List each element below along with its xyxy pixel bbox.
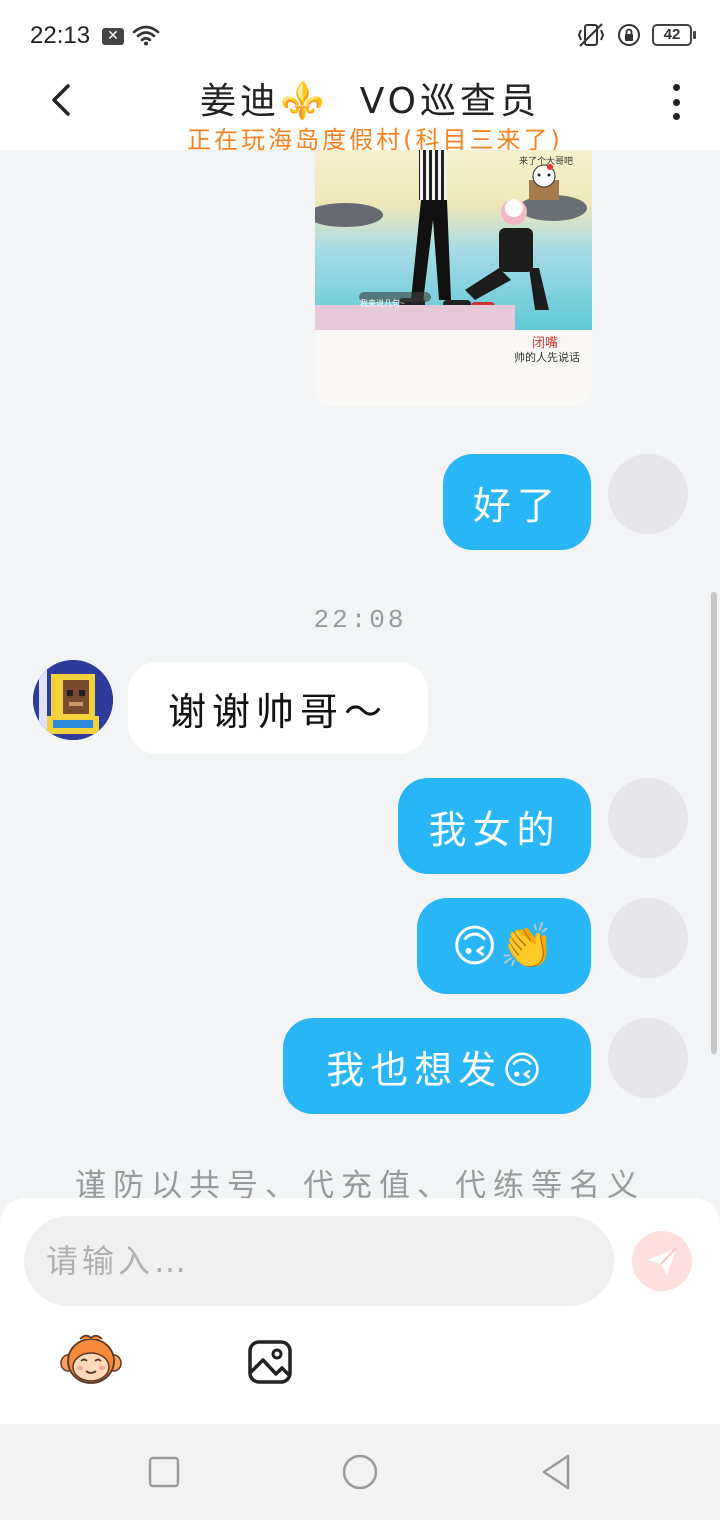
- chat-title: 姜迪⚜️ VO巡查员: [150, 72, 590, 124]
- notification-icon: ✕: [102, 28, 124, 45]
- meme-image: 来了个大哥吧 我来说几句~: [315, 150, 592, 330]
- system-nav-bar: [0, 1424, 720, 1520]
- image-icon: [248, 1340, 292, 1384]
- battery-indicator: 42: [652, 24, 696, 46]
- message-timestamp: 22:08: [313, 605, 407, 635]
- message-bubble-outgoing[interactable]: 好了: [443, 454, 591, 550]
- circle-icon: [342, 1454, 378, 1490]
- send-button[interactable]: [632, 1231, 692, 1291]
- emoji-message-text: 🙃👏: [451, 921, 557, 972]
- vibrate-icon: [577, 23, 605, 47]
- recents-button[interactable]: [144, 1452, 184, 1492]
- image-bottom-caption: 我来说几句~: [360, 299, 405, 308]
- image-message[interactable]: 来了个大哥吧 我来说几句~ 闭嘴 帅的人先说话: [315, 150, 592, 406]
- status-right: 42: [576, 22, 696, 48]
- rotation-lock-icon: [618, 24, 640, 46]
- emoji-button[interactable]: [60, 1333, 122, 1388]
- message-bubble-outgoing[interactable]: 我女的: [398, 778, 591, 874]
- back-nav-button[interactable]: [536, 1452, 576, 1492]
- message-bubble-incoming[interactable]: 谢谢帅哥～: [128, 662, 428, 754]
- friend-avatar-image: [33, 660, 113, 740]
- chat-messages[interactable]: 来了个大哥吧 我来说几句~ 闭嘴 帅的人先说话 好了 22:08 谢谢帅哥～ 我…: [0, 150, 720, 1200]
- my-avatar[interactable]: [608, 454, 688, 534]
- square-icon: [148, 1456, 180, 1488]
- image-caption-black: 帅的人先说话: [514, 352, 580, 364]
- chevron-left-icon: [52, 84, 70, 116]
- game-characters-illustration: [315, 150, 587, 314]
- friend-avatar[interactable]: [33, 660, 113, 740]
- triangle-back-icon: [542, 1454, 570, 1490]
- image-button[interactable]: [246, 1338, 294, 1386]
- wifi-icon: [132, 25, 160, 46]
- back-button[interactable]: [40, 78, 84, 122]
- status-bar: 22:13 ✕ 42: [0, 0, 720, 72]
- title-role: VO巡查员: [359, 81, 541, 122]
- my-avatar[interactable]: [608, 898, 688, 978]
- title-name: 姜迪: [199, 81, 280, 122]
- message-input[interactable]: [24, 1216, 614, 1306]
- vertical-dots-icon: [672, 84, 680, 91]
- monkey-face-icon: [60, 1334, 122, 1384]
- input-panel: [0, 1198, 720, 1424]
- status-time: 22:13: [30, 22, 91, 49]
- message-bubble-outgoing[interactable]: 我也想发🙃: [283, 1018, 591, 1114]
- chat-header: 姜迪⚜️ VO巡查员 正在玩海岛度假村(科目三来了): [0, 72, 720, 154]
- home-button[interactable]: [340, 1452, 380, 1492]
- scrollbar[interactable]: [711, 592, 717, 1054]
- fleur-de-lis-icon: ⚜️: [279, 81, 329, 122]
- my-avatar[interactable]: [608, 778, 688, 858]
- safety-notice: 谨防以共号、代充值、代练等名义: [75, 1168, 645, 1200]
- paper-plane-icon: [648, 1247, 677, 1275]
- more-options-button[interactable]: [662, 82, 690, 122]
- message-bubble-outgoing[interactable]: 🙃👏: [417, 898, 591, 994]
- image-top-caption: 来了个大哥吧: [519, 156, 574, 166]
- my-avatar[interactable]: [608, 1018, 688, 1098]
